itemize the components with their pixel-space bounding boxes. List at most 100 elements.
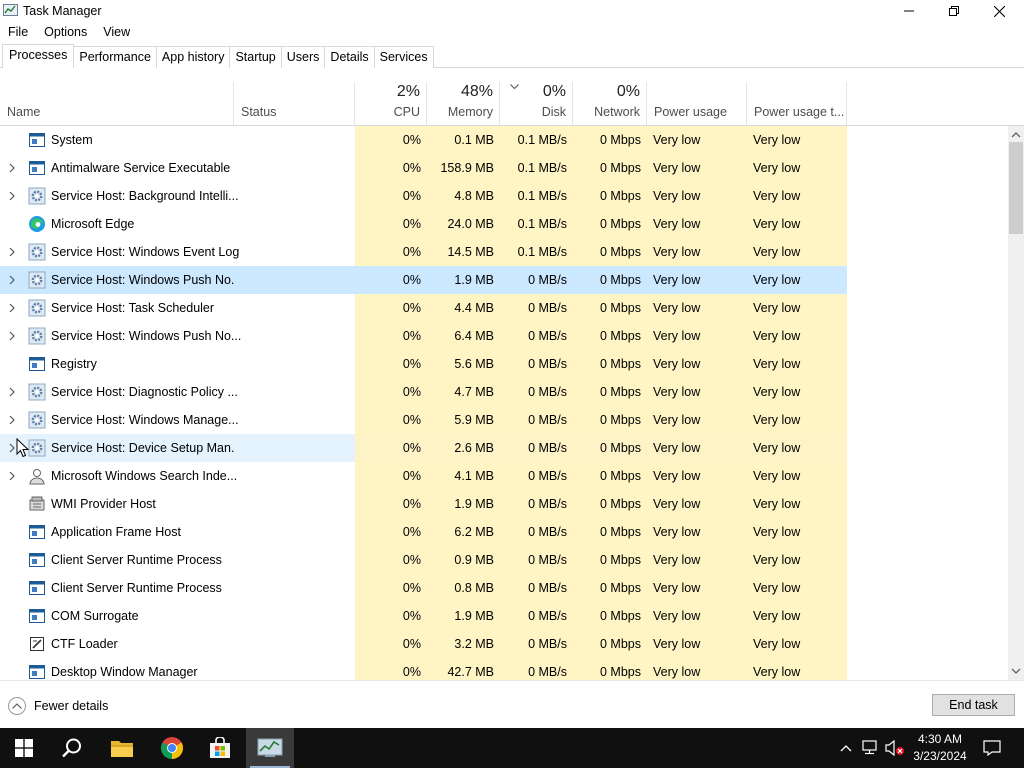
expand-chevron-icon[interactable] bbox=[7, 330, 17, 342]
expand-chevron-icon[interactable] bbox=[7, 414, 17, 426]
tray-show-hidden-icons[interactable] bbox=[836, 728, 856, 768]
process-row[interactable]: Application Frame Host 0% 6.2 MB 0 MB/s 0 Mb… bbox=[0, 518, 1008, 546]
tab-performance[interactable]: Performance bbox=[73, 46, 157, 68]
process-row[interactable]: Service Host: Windows Event Log 0% 14.5 MB… bbox=[0, 238, 1008, 266]
process-name: Client Server Runtime Process bbox=[51, 581, 222, 595]
process-row[interactable]: Service Host: Diagnostic Policy ... 0% 4.7… bbox=[0, 378, 1008, 406]
column-memory[interactable]: 48% Memory bbox=[427, 82, 500, 125]
expand-chevron-icon[interactable] bbox=[7, 162, 17, 174]
scroll-up-arrow-icon[interactable] bbox=[1011, 130, 1021, 140]
scrollbar-thumb[interactable] bbox=[1009, 142, 1023, 234]
column-status[interactable]: Status bbox=[234, 82, 355, 125]
process-row[interactable]: Client Server Runtime Process 0% 0.8 MB 0 M… bbox=[0, 574, 1008, 602]
taskbar-clock[interactable]: 4:30 AM 3/23/2024 bbox=[905, 731, 975, 765]
process-row[interactable]: System 0% 0.1 MB 0.1 MB/s 0 Mbps Very low Very… bbox=[0, 126, 1008, 154]
process-row[interactable]: Service Host: Windows Push No... 0% 6.4 MB… bbox=[0, 322, 1008, 350]
window-icon bbox=[28, 523, 46, 541]
process-row[interactable]: CTF Loader 0% 3.2 MB 0 MB/s 0 Mbps Very low Ve… bbox=[0, 630, 1008, 658]
menu-view[interactable]: View bbox=[95, 22, 138, 44]
tab-app-history[interactable]: App history bbox=[155, 46, 231, 68]
process-name-cell[interactable]: Service Host: Background Intelli... bbox=[0, 182, 239, 210]
tab-services[interactable]: Services bbox=[373, 46, 434, 68]
process-row[interactable]: Antimalware Service Executable 0% 158.9 MB… bbox=[0, 154, 1008, 182]
process-row[interactable]: Client Server Runtime Process 0% 0.9 MB 0 M… bbox=[0, 546, 1008, 574]
start-button[interactable] bbox=[0, 728, 48, 768]
column-power-usage[interactable]: Power usage bbox=[647, 82, 747, 125]
tray-volume[interactable] bbox=[884, 728, 906, 768]
process-row[interactable]: Service Host: Device Setup Man... 0% 2.6 M… bbox=[0, 434, 1008, 462]
taskbar-task-manager[interactable] bbox=[246, 728, 294, 768]
process-row[interactable]: Service Host: Windows Manage... 0% 5.9 MB 0… bbox=[0, 406, 1008, 434]
menu-options[interactable]: Options bbox=[36, 22, 95, 44]
process-network: 0 Mbps bbox=[573, 546, 647, 574]
network-total-percent: 0% bbox=[616, 83, 640, 100]
tray-network[interactable] bbox=[860, 728, 882, 768]
expand-chevron-icon[interactable] bbox=[7, 386, 17, 398]
tab-users[interactable]: Users bbox=[280, 46, 326, 68]
process-row[interactable]: WMI Provider Host 0% 1.9 MB 0 MB/s 0 Mbps Ver… bbox=[0, 490, 1008, 518]
process-memory: 2.6 MB bbox=[427, 434, 500, 462]
expand-chevron-icon[interactable] bbox=[7, 302, 17, 314]
process-name-cell[interactable]: System bbox=[0, 126, 234, 154]
process-row[interactable]: Registry 0% 5.6 MB 0 MB/s 0 Mbps Very low Very… bbox=[0, 350, 1008, 378]
process-row[interactable]: Desktop Window Manager 0% 42.7 MB 0 MB/s 0 M… bbox=[0, 658, 1008, 680]
taskbar-search-button[interactable] bbox=[48, 728, 96, 768]
process-name-cell[interactable]: Registry bbox=[0, 350, 234, 378]
process-memory: 1.9 MB bbox=[427, 266, 500, 294]
expand-chevron-icon[interactable] bbox=[7, 274, 17, 286]
process-name-cell[interactable]: Service Host: Windows Manage... bbox=[0, 406, 239, 434]
process-name-cell[interactable]: WMI Provider Host bbox=[0, 490, 234, 518]
tab-details[interactable]: Details bbox=[324, 46, 375, 68]
process-row[interactable]: Service Host: Task Scheduler 0% 4.4 MB 0 MB… bbox=[0, 294, 1008, 322]
process-name-cell[interactable]: Application Frame Host bbox=[0, 518, 234, 546]
process-name-cell[interactable]: Service Host: Diagnostic Policy ... bbox=[0, 378, 238, 406]
tab-startup[interactable]: Startup bbox=[229, 46, 282, 68]
menu-file[interactable]: File bbox=[0, 22, 36, 44]
process-row[interactable]: Microsoft Edge 0% 24.0 MB 0.1 MB/s 0 Mbps Ver… bbox=[0, 210, 1008, 238]
process-power-usage: Very low bbox=[647, 518, 747, 546]
process-network: 0 Mbps bbox=[573, 322, 647, 350]
taskbar-store[interactable] bbox=[196, 728, 244, 768]
process-row[interactable]: Service Host: Windows Push No... 0% 1.9 MB… bbox=[0, 266, 1008, 294]
process-name-cell[interactable]: COM Surrogate bbox=[0, 602, 234, 630]
expand-chevron-icon[interactable] bbox=[7, 246, 17, 258]
process-status-cell bbox=[234, 602, 355, 630]
process-name-cell[interactable]: Service Host: Windows Push No... bbox=[0, 266, 241, 294]
process-name-cell[interactable]: Antimalware Service Executable bbox=[0, 154, 234, 182]
process-cpu: 0% bbox=[355, 154, 427, 182]
vertical-scrollbar[interactable] bbox=[1008, 126, 1024, 680]
process-name-cell[interactable]: Microsoft Edge bbox=[0, 210, 234, 238]
process-row[interactable]: Microsoft Windows Search Inde... 0% 4.1 MB… bbox=[0, 462, 1008, 490]
column-disk[interactable]: 0% Disk bbox=[500, 82, 573, 125]
taskbar-file-explorer[interactable] bbox=[98, 728, 146, 768]
taskbar-chrome[interactable] bbox=[148, 728, 196, 768]
process-name-cell[interactable]: Service Host: Windows Event Log bbox=[0, 238, 239, 266]
end-task-button[interactable]: End task bbox=[932, 694, 1015, 716]
process-name-cell[interactable]: CTF Loader bbox=[0, 630, 234, 658]
scroll-down-arrow-icon[interactable] bbox=[1011, 666, 1021, 676]
column-network[interactable]: 0% Network bbox=[573, 82, 647, 125]
column-power-usage-trend[interactable]: Power usage t... bbox=[747, 82, 847, 125]
action-center-button[interactable] bbox=[980, 728, 1004, 768]
process-name: COM Surrogate bbox=[51, 609, 139, 623]
tab-processes[interactable]: Processes bbox=[2, 44, 75, 68]
restore-button[interactable] bbox=[931, 0, 977, 22]
process-name-cell[interactable]: Client Server Runtime Process bbox=[0, 574, 234, 602]
process-name-cell[interactable]: Desktop Window Manager bbox=[0, 658, 234, 680]
expand-chevron-icon[interactable] bbox=[7, 190, 17, 202]
process-name-cell[interactable]: Service Host: Windows Push No... bbox=[0, 322, 241, 350]
fewer-details-link[interactable]: Fewer details bbox=[8, 697, 108, 715]
column-name[interactable]: Name bbox=[0, 82, 234, 125]
process-power-usage-trend: Very low bbox=[747, 350, 847, 378]
process-row[interactable]: COM Surrogate 0% 1.9 MB 0 MB/s 0 Mbps Very lo… bbox=[0, 602, 1008, 630]
column-cpu[interactable]: 2% CPU bbox=[355, 82, 427, 125]
process-power-usage-trend: Very low bbox=[747, 630, 847, 658]
close-button[interactable] bbox=[976, 0, 1022, 22]
process-name-cell[interactable]: Service Host: Task Scheduler bbox=[0, 294, 234, 322]
process-name-cell[interactable]: Microsoft Windows Search Inde... bbox=[0, 462, 237, 490]
process-name-cell[interactable]: Service Host: Device Setup Man... bbox=[0, 434, 241, 462]
expand-chevron-icon[interactable] bbox=[7, 470, 17, 482]
process-name-cell[interactable]: Client Server Runtime Process bbox=[0, 546, 234, 574]
minimize-button[interactable] bbox=[886, 0, 932, 22]
process-row[interactable]: Service Host: Background Intelli... 0% 4.8… bbox=[0, 182, 1008, 210]
